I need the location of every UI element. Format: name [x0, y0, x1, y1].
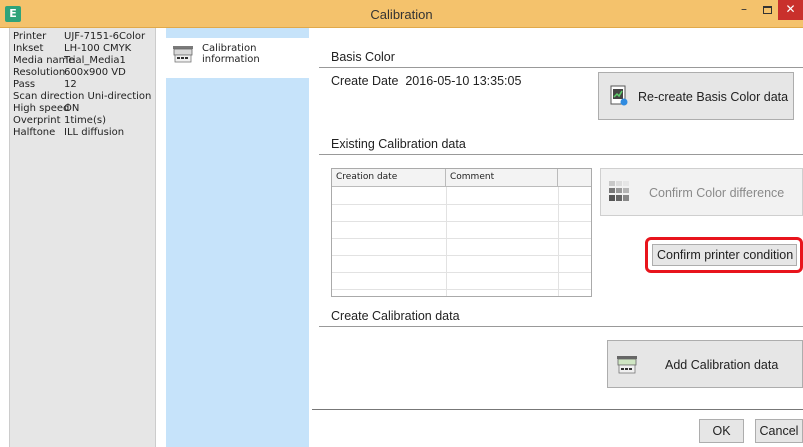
confirm-printer-condition-button[interactable]: Confirm printer condition: [652, 244, 797, 266]
divider: [319, 67, 803, 68]
info-row-halftone: Halftone ILL diffusion: [13, 127, 124, 138]
info-key: Printer: [13, 31, 47, 42]
document-chart-icon: [610, 85, 628, 106]
nav-item-label: Calibration information: [202, 43, 260, 65]
printer-icon: [173, 46, 193, 63]
info-key: Scan direction: [13, 91, 85, 102]
info-value: 1time(s): [64, 115, 106, 126]
footer-divider: [312, 409, 803, 410]
printer-info-panel: Printer UJF-7151-6Color Inkset LH-100 CMYK…: [9, 28, 156, 447]
info-row-high-speed: High speedON: [13, 103, 79, 114]
column-header-comment[interactable]: Comment: [446, 169, 558, 187]
ok-button[interactable]: OK: [699, 419, 744, 443]
table-row: [332, 272, 591, 273]
info-row-inkset: Inkset LH-100 CMYK: [13, 43, 131, 54]
info-row-printer: Printer UJF-7151-6Color: [13, 31, 145, 42]
info-key: Pass: [13, 79, 36, 90]
info-key: Media name: [13, 55, 75, 66]
add-calibration-data-label: Add Calibration data: [665, 358, 779, 372]
close-button[interactable]: ✕: [778, 0, 803, 20]
recreate-basis-color-label: Re-create Basis Color data: [638, 90, 789, 104]
divider: [319, 326, 803, 327]
create-date-row: Create Date 2016-05-10 13:35:05: [331, 74, 521, 88]
existing-calibration-heading: Existing Calibration data: [331, 137, 466, 151]
confirm-color-difference-label: Confirm Color difference: [649, 186, 785, 200]
table-row: [332, 289, 591, 290]
info-key: Inkset: [13, 43, 44, 54]
column-header-creation-date[interactable]: Creation date: [332, 169, 446, 187]
add-calibration-data-button[interactable]: Add Calibration data: [607, 340, 803, 388]
calibration-data-table[interactable]: Creation date Comment: [331, 168, 592, 297]
info-row-scan-direction: Scan direction Uni-direction: [13, 91, 151, 102]
confirm-printer-condition-label: Confirm printer condition: [657, 248, 794, 262]
info-value: UJF-7151-6Color: [64, 31, 146, 42]
printer-add-icon: [617, 356, 637, 374]
info-value: Uni-direction: [87, 91, 152, 102]
info-value: 600x900 VD: [64, 67, 126, 78]
color-grid-icon: [609, 181, 629, 201]
maximize-icon: [762, 6, 772, 14]
info-key: Overprint: [13, 115, 61, 126]
info-value: Trial_Media1: [64, 55, 126, 66]
info-key: High speed: [13, 103, 70, 114]
info-row-overprint: Overprint 1time(s): [13, 115, 106, 126]
maximize-button[interactable]: [756, 0, 778, 20]
table-row: [332, 204, 591, 205]
title-bar: E Calibration – ✕: [0, 0, 803, 28]
column-header-extra[interactable]: [558, 169, 591, 187]
table-row: [332, 238, 591, 239]
recreate-basis-color-button[interactable]: Re-create Basis Color data: [598, 72, 794, 120]
info-value: ON: [64, 103, 80, 114]
info-value: 12: [64, 79, 77, 90]
info-key: Halftone: [13, 127, 56, 138]
info-row-pass: Pass 12: [13, 79, 77, 90]
table-row: [332, 255, 591, 256]
cancel-button[interactable]: Cancel: [755, 419, 803, 443]
info-value: ILL diffusion: [64, 127, 125, 138]
confirm-color-difference-button[interactable]: Confirm Color difference: [600, 168, 803, 216]
window-title: Calibration: [370, 7, 433, 22]
nav-panel: Calibration information: [166, 28, 309, 447]
create-date-value: 2016-05-10 13:35:05: [405, 74, 522, 88]
table-row: [332, 221, 591, 222]
create-date-label: Create Date: [331, 74, 399, 88]
info-value: LH-100 CMYK: [64, 43, 132, 54]
info-row-resolution: Resolution600x900 VD: [13, 67, 126, 78]
create-calibration-heading: Create Calibration data: [331, 309, 460, 323]
minimize-button[interactable]: –: [732, 0, 756, 20]
basis-color-heading: Basis Color: [331, 50, 395, 64]
info-row-media: Media nameTrial_Media1: [13, 55, 126, 66]
nav-item-calibration-information[interactable]: Calibration information: [166, 38, 309, 78]
info-key: Resolution: [13, 67, 66, 78]
table-header: Creation date Comment: [332, 169, 591, 187]
divider: [319, 154, 803, 155]
